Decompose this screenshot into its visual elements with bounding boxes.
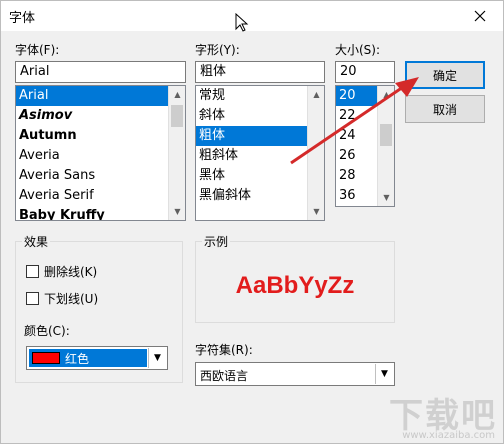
font-list-scrollbar[interactable]: ▲ ▼ (168, 86, 185, 220)
font-list-item[interactable]: Averia Sans (16, 166, 168, 186)
color-value: 红色 (65, 352, 90, 366)
close-button[interactable] (457, 1, 503, 31)
chevron-down-icon[interactable]: ▼ (375, 364, 393, 384)
font-input[interactable]: Arial (15, 61, 186, 83)
scroll-down-icon[interactable]: ▼ (378, 189, 394, 206)
title-bar: 字体 (1, 1, 503, 31)
color-swatch (32, 352, 60, 364)
font-dialog: 字体 字体(F): Arial Arial Asimov Autumn Aver… (0, 0, 504, 444)
style-label: 字形(Y): (195, 43, 240, 57)
font-list-item[interactable]: Arial (16, 86, 168, 106)
annotation-arrow-icon (290, 77, 419, 165)
charset-select[interactable]: 西欧语言 ▼ (195, 362, 395, 386)
scroll-down-icon[interactable]: ▼ (169, 203, 185, 220)
size-list-item[interactable]: 36 (336, 186, 377, 206)
mouse-cursor-icon (235, 13, 249, 32)
scroll-down-icon[interactable]: ▼ (308, 203, 324, 220)
effects-group: 效果 删除线(K) 下划线(U) 颜色(C): 红色 ▼ (15, 233, 183, 383)
close-icon (474, 10, 486, 22)
font-list-item[interactable]: Averia (16, 146, 168, 166)
window-title: 字体 (9, 11, 36, 26)
charset-label: 字符集(R): (195, 343, 253, 357)
sample-text: AaBbYyZz (235, 272, 355, 299)
strikeout-checkbox[interactable] (26, 265, 39, 278)
sample-group: 示例 AaBbYyZz (195, 233, 395, 323)
style-list-item[interactable]: 黑偏斜体 (196, 186, 307, 206)
font-list[interactable]: Arial Asimov Autumn Averia Averia Sans A… (15, 85, 186, 221)
color-select[interactable]: 红色 ▼ (26, 346, 168, 370)
font-label: 字体(F): (15, 43, 60, 57)
underline-checkbox[interactable] (26, 292, 39, 305)
strikeout-label: 删除线(K) (44, 265, 98, 279)
font-list-item[interactable]: Baby Kruffy (16, 206, 168, 220)
watermark-url: www.xiazaiba.com (402, 430, 495, 441)
scroll-up-icon[interactable]: ▲ (169, 86, 185, 103)
font-list-item[interactable]: Asimov (16, 106, 168, 126)
color-label: 颜色(C): (24, 324, 70, 338)
sample-title: 示例 (202, 233, 231, 250)
effects-title: 效果 (22, 233, 51, 250)
charset-value: 西欧语言 (200, 369, 249, 383)
chevron-down-icon[interactable]: ▼ (148, 348, 166, 368)
scroll-thumb[interactable] (171, 105, 183, 127)
font-list-item[interactable]: Averia Serif (16, 186, 168, 206)
size-label: 大小(S): (335, 43, 381, 57)
font-list-item[interactable]: Autumn (16, 126, 168, 146)
underline-label: 下划线(U) (44, 292, 99, 306)
